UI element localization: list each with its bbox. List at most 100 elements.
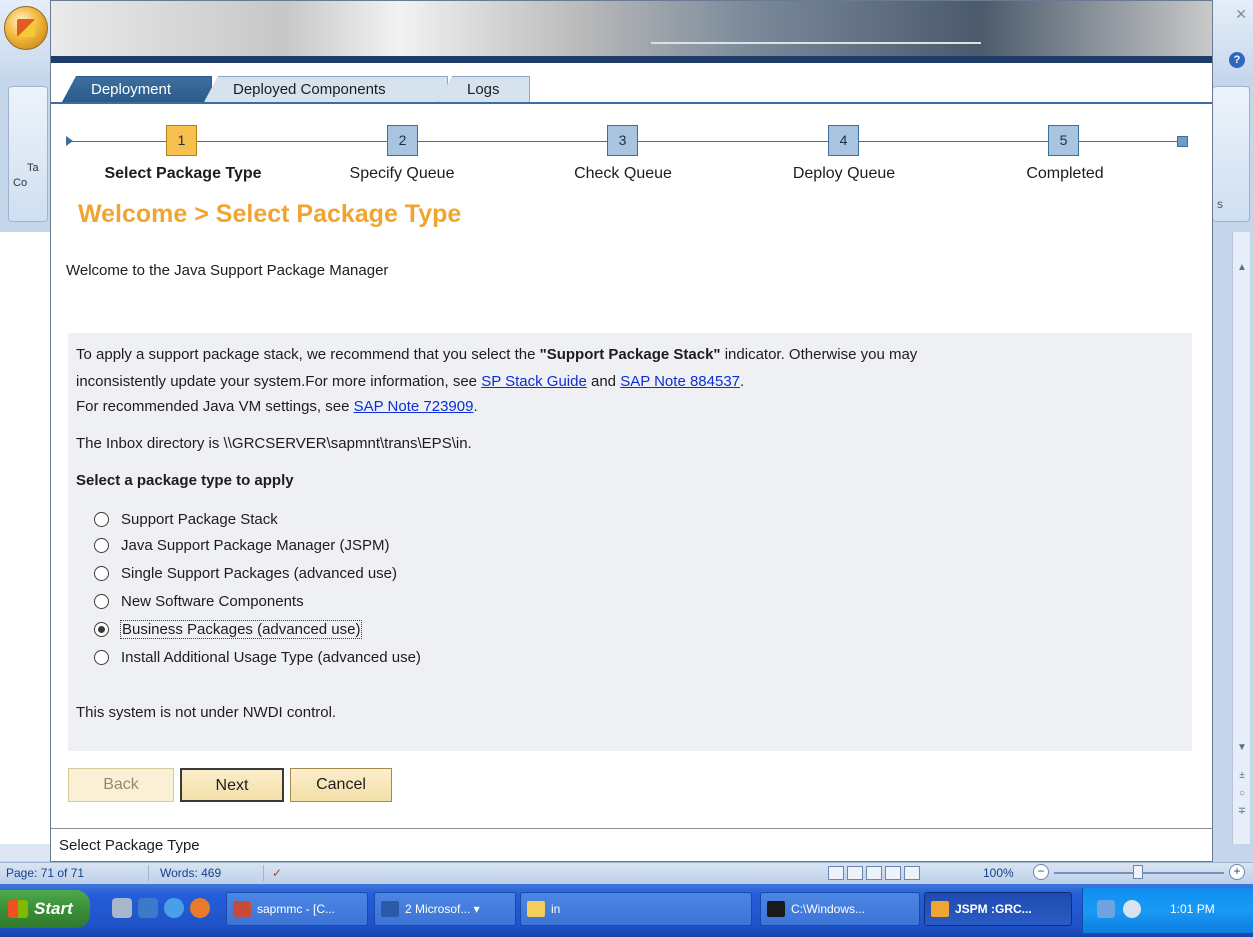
windows-logo-icon (8, 900, 28, 918)
select-package-title: Select a package type to apply (76, 472, 294, 489)
folder-icon (527, 901, 545, 917)
tab-label: Deployment (91, 81, 172, 98)
tab-deployed-components[interactable]: Deployed Components (204, 76, 448, 102)
radio-button[interactable] (94, 650, 109, 665)
task-label: in (551, 902, 561, 916)
document-area (0, 232, 50, 844)
next-page-icon[interactable]: ∓ (1236, 806, 1248, 818)
radio-button-selected[interactable] (94, 622, 109, 637)
tab-label: Logs (467, 81, 500, 98)
option-label: Business Packages (advanced use) (120, 620, 363, 639)
roadmap-step-1[interactable]: 1 (166, 125, 197, 156)
task-label: sapmmc - [C... (257, 902, 336, 916)
network-icon[interactable] (1097, 900, 1115, 918)
proofing-icon[interactable]: ✓ (272, 866, 282, 880)
roadmap-label-2: Specify Queue (349, 165, 455, 182)
roadmap-end-icon (1177, 136, 1188, 147)
firefox-icon[interactable] (190, 898, 210, 918)
browse-object-icon[interactable]: ○ (1236, 788, 1248, 800)
office-button-icon[interactable] (4, 6, 48, 50)
start-label: Start (34, 899, 73, 918)
zoom-out-icon[interactable]: − (1033, 864, 1049, 880)
roadmap-step-4[interactable]: 4 (828, 125, 859, 156)
volume-muted-icon[interactable] (1123, 900, 1141, 918)
page-count[interactable]: Page: 71 of 71 (6, 866, 84, 880)
page-title: Welcome > Select Package Type (78, 200, 462, 228)
roadmap-label-3: Check Queue (574, 165, 672, 182)
task-sapmmc[interactable]: sapmmc - [C... (226, 892, 368, 926)
jspm-status-bar: Select Package Type (51, 828, 1212, 860)
clock[interactable]: 1:01 PM (1170, 902, 1215, 916)
option-label: Install Additional Usage Type (advanced … (121, 649, 421, 666)
task-label: JSPM :GRC... (955, 902, 1032, 916)
welcome-text: Welcome to the Java Support Package Mana… (66, 262, 389, 279)
back-button[interactable]: Back (68, 768, 174, 802)
radio-button[interactable] (94, 538, 109, 553)
inbox-directory-text: The Inbox directory is \\GRCSERVER\sapmn… (76, 435, 472, 452)
print-layout-icon[interactable] (828, 866, 844, 880)
info-line-2: inconsistently update your system.For mo… (76, 373, 745, 390)
roadmap-step-5[interactable]: 5 (1048, 125, 1079, 156)
option-label: Java Support Package Manager (JSPM) (121, 537, 390, 554)
roadmap-step-3[interactable]: 3 (607, 125, 638, 156)
ribbon-group-right: s (1212, 86, 1250, 222)
radio-button[interactable] (94, 512, 109, 527)
show-desktop-icon[interactable] (112, 898, 132, 918)
zoom-slider-thumb[interactable] (1133, 865, 1143, 879)
start-button[interactable]: Start (0, 890, 90, 928)
roadmap-label-1: Select Package Type (104, 165, 262, 182)
scroll-down-arrow-icon[interactable]: ▼ (1236, 742, 1248, 754)
radio-button[interactable] (94, 566, 109, 581)
task-label: 2 Microsof... ▾ (405, 902, 480, 916)
draft-icon[interactable] (904, 866, 920, 880)
ribbon-group-left: Ta Co (8, 86, 48, 222)
info-line-3: For recommended Java VM settings, see SA… (76, 398, 478, 415)
option-label: Support Package Stack (121, 511, 278, 528)
horizontal-scrollbar[interactable] (0, 844, 50, 861)
roadmap-start-arrow-icon (66, 136, 73, 146)
web-layout-icon[interactable] (866, 866, 882, 880)
task-label: C:\Windows... (791, 902, 866, 916)
ribbon-right-label: s (1217, 197, 1223, 211)
nwdi-status-text: This system is not under NWDI control. (76, 704, 337, 721)
cancel-button[interactable]: Cancel (290, 768, 392, 802)
zoom-in-icon[interactable]: + (1229, 864, 1245, 880)
word-icon (381, 901, 399, 917)
outline-icon[interactable] (885, 866, 901, 880)
close-icon[interactable]: ✕ (1235, 6, 1247, 23)
radio-button[interactable] (94, 594, 109, 609)
word-count[interactable]: Words: 469 (160, 866, 221, 880)
ribbon-left-label-2: Co (13, 177, 28, 189)
task-folder-in[interactable]: in (520, 892, 752, 926)
option-label: Single Support Packages (advanced use) (121, 565, 398, 582)
sap-note-884537-link[interactable]: SAP Note 884537 (620, 373, 740, 390)
full-screen-reading-icon[interactable] (847, 866, 863, 880)
monitor-icon[interactable] (138, 898, 158, 918)
sapmmc-icon (233, 901, 251, 917)
sap-note-723909-link[interactable]: SAP Note 723909 (354, 398, 474, 415)
roadmap-label-5: Completed (1026, 165, 1104, 182)
taskbar: Start sapmmc - [C... 2 Microsof... ▾ in … (0, 884, 1253, 937)
task-jspm[interactable]: JSPM :GRC... (924, 892, 1072, 926)
tab-logs[interactable]: Logs (438, 76, 530, 102)
roadmap-step-2[interactable]: 2 (387, 125, 418, 156)
system-tray: 1:01 PM (1082, 888, 1253, 933)
info-line-1: To apply a support package stack, we rec… (76, 346, 918, 363)
view-buttons (828, 866, 920, 880)
tab-deployment[interactable]: Deployment (62, 76, 212, 102)
tab-label: Deployed Components (233, 81, 386, 98)
next-button[interactable]: Next (180, 768, 284, 802)
sp-stack-guide-link[interactable]: SP Stack Guide (481, 373, 587, 390)
internet-explorer-icon[interactable] (164, 898, 184, 918)
command-prompt-icon (767, 901, 785, 917)
zoom-level[interactable]: 100% (983, 866, 1014, 880)
task-microsoft-word[interactable]: 2 Microsof... ▾ (374, 892, 516, 926)
help-icon[interactable]: ? (1229, 52, 1245, 68)
previous-page-icon[interactable]: ± (1236, 770, 1248, 782)
scroll-up-arrow-icon[interactable]: ▲ (1236, 262, 1248, 274)
option-label: New Software Components (121, 593, 304, 610)
task-cmd[interactable]: C:\Windows... (760, 892, 920, 926)
roadmap-label-4: Deploy Queue (792, 165, 896, 182)
vertical-scrollbar[interactable]: ▲ ▼ ± ○ ∓ (1232, 232, 1250, 844)
ribbon-left-label-1: Ta (27, 162, 39, 174)
